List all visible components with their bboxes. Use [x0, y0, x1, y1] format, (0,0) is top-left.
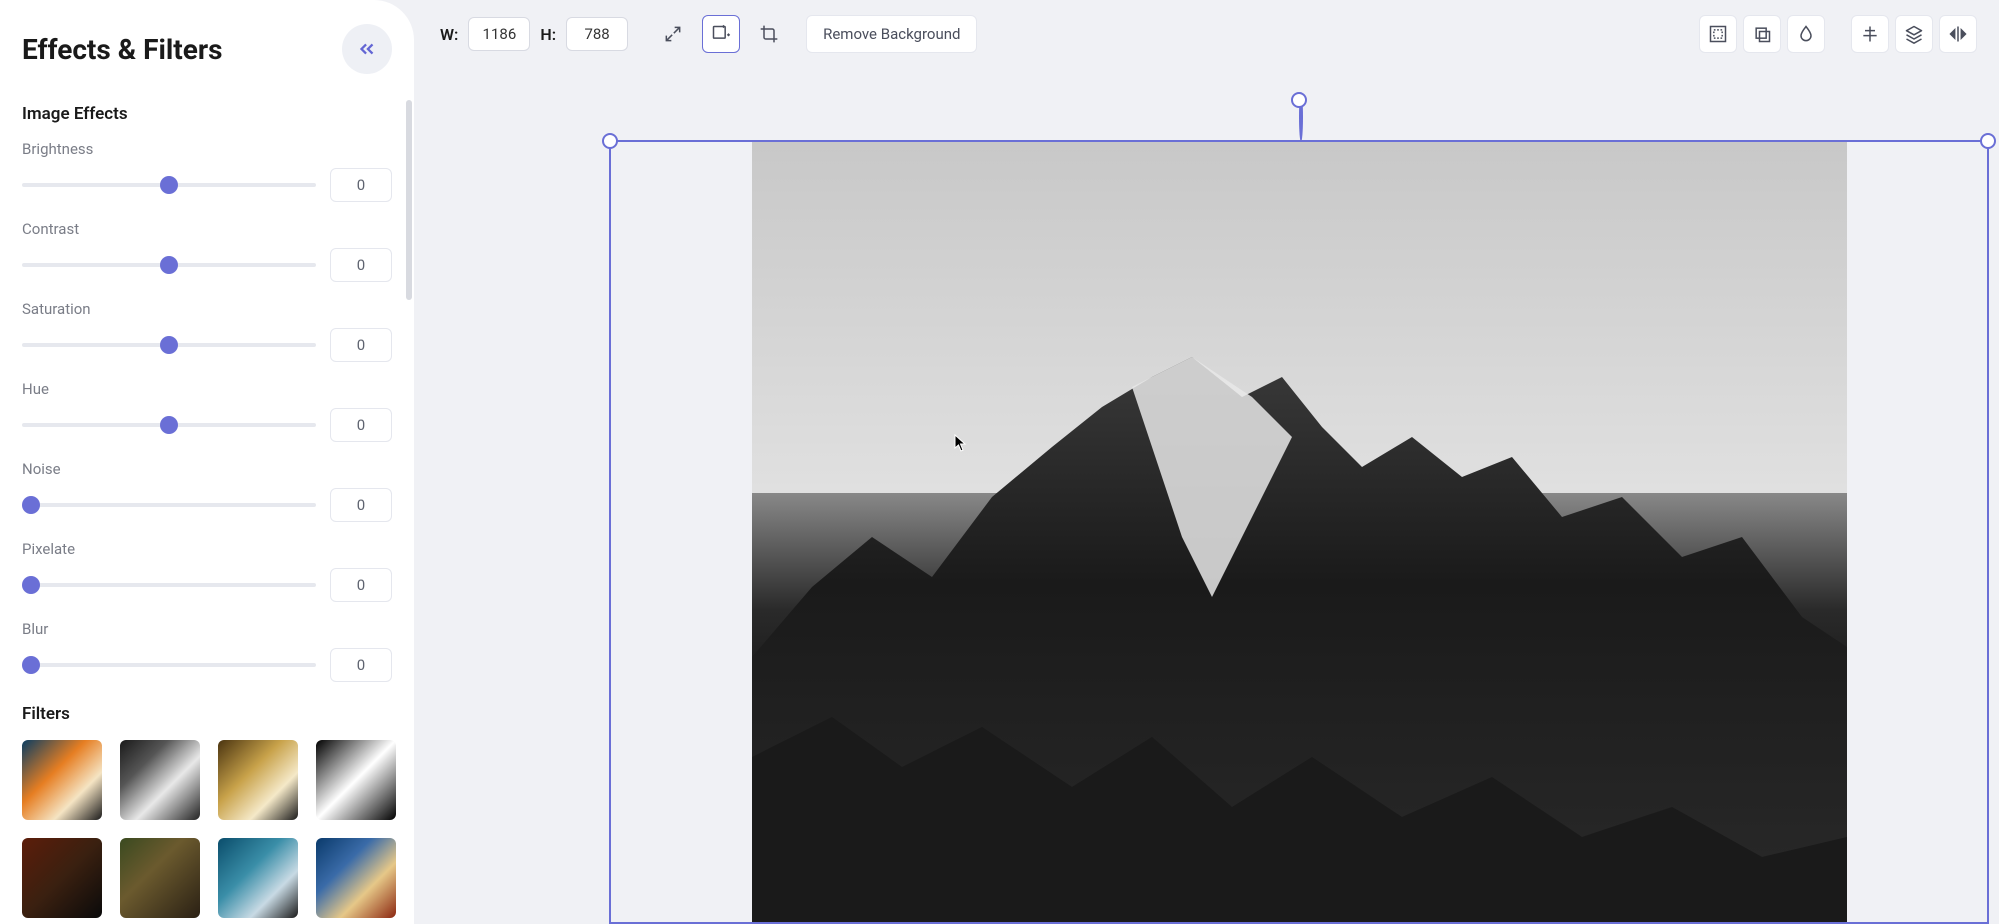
- hue-value[interactable]: 0: [330, 408, 392, 442]
- effect-label: Blur: [22, 620, 392, 638]
- effect-row-saturation: Saturation 0: [22, 300, 392, 362]
- effect-label: Noise: [22, 460, 392, 478]
- effect-label: Brightness: [22, 140, 392, 158]
- frame-icon: [1708, 24, 1728, 44]
- expand-tool-button[interactable]: [654, 15, 692, 53]
- shadow-icon: [1752, 24, 1772, 44]
- top-toolbar-left: W: H: Remove Background: [440, 15, 977, 53]
- noise-slider[interactable]: [22, 503, 316, 507]
- filter-preset-4[interactable]: [316, 740, 396, 820]
- expand-icon: [663, 24, 683, 44]
- align-center-icon: [1860, 24, 1880, 44]
- collapse-sidebar-button[interactable]: [342, 24, 392, 74]
- filter-preset-2[interactable]: [120, 740, 200, 820]
- toolbar-button-opacity[interactable]: [1787, 15, 1825, 53]
- filter-preset-5[interactable]: [22, 838, 102, 918]
- flip-horizontal-icon: [1948, 24, 1968, 44]
- sidebar-header: Effects & Filters: [22, 24, 392, 74]
- width-input[interactable]: [468, 17, 530, 51]
- filter-preset-6[interactable]: [120, 838, 200, 918]
- resize-handle-top-right[interactable]: [1980, 133, 1996, 149]
- effect-label: Contrast: [22, 220, 392, 238]
- saturation-slider[interactable]: [22, 343, 316, 347]
- droplet-icon: [1796, 24, 1816, 44]
- effect-row-blur: Blur 0: [22, 620, 392, 682]
- brightness-slider[interactable]: [22, 183, 316, 187]
- height-label: H:: [540, 25, 556, 44]
- image-effects-heading: Image Effects: [22, 104, 392, 124]
- crop-icon: [759, 24, 779, 44]
- filters-heading: Filters: [22, 704, 392, 724]
- hue-slider[interactable]: [22, 423, 316, 427]
- mouse-cursor-icon: [954, 434, 968, 452]
- slider-thumb[interactable]: [22, 656, 40, 674]
- slider-thumb[interactable]: [160, 416, 178, 434]
- slider-thumb[interactable]: [160, 336, 178, 354]
- filter-grid: [22, 740, 392, 918]
- effect-row-pixelate: Pixelate 0: [22, 540, 392, 602]
- effects-list: Brightness 0 Contrast 0 Saturation 0 Hue: [22, 140, 392, 682]
- noise-value[interactable]: 0: [330, 488, 392, 522]
- effect-row-contrast: Contrast 0: [22, 220, 392, 282]
- filter-preset-8[interactable]: [316, 838, 396, 918]
- brightness-value[interactable]: 0: [330, 168, 392, 202]
- sidebar-scrollbar[interactable]: [406, 100, 412, 300]
- remove-background-button[interactable]: Remove Background: [806, 15, 977, 53]
- top-toolbar-right: [1699, 15, 1977, 53]
- effect-label: Pixelate: [22, 540, 392, 558]
- contrast-slider[interactable]: [22, 263, 316, 267]
- slider-thumb[interactable]: [22, 576, 40, 594]
- slider-thumb[interactable]: [160, 256, 178, 274]
- filter-preset-7[interactable]: [218, 838, 298, 918]
- blur-value[interactable]: 0: [330, 648, 392, 682]
- effect-label: Hue: [22, 380, 392, 398]
- effect-row-hue: Hue 0: [22, 380, 392, 442]
- width-label: W:: [440, 25, 458, 44]
- effect-row-brightness: Brightness 0: [22, 140, 392, 202]
- selection-box[interactable]: [609, 140, 1989, 924]
- toolbar-button-flip[interactable]: [1939, 15, 1977, 53]
- toolbar-button-shadow[interactable]: [1743, 15, 1781, 53]
- height-input[interactable]: [566, 17, 628, 51]
- rotate-handle[interactable]: [1291, 92, 1307, 108]
- blur-slider[interactable]: [22, 663, 316, 667]
- canvas-area[interactable]: [414, 64, 1999, 924]
- toolbar-button-layers[interactable]: [1895, 15, 1933, 53]
- resize-handle-top-left[interactable]: [602, 133, 618, 149]
- remove-background-label: Remove Background: [823, 25, 960, 43]
- effects-sidebar: Effects & Filters Image Effects Brightne…: [0, 0, 414, 924]
- layers-icon: [1904, 24, 1924, 44]
- pixelate-value[interactable]: 0: [330, 568, 392, 602]
- effect-label: Saturation: [22, 300, 392, 318]
- pixelate-slider[interactable]: [22, 583, 316, 587]
- filter-preset-3[interactable]: [218, 740, 298, 820]
- sidebar-title: Effects & Filters: [22, 33, 223, 66]
- saturation-value[interactable]: 0: [330, 328, 392, 362]
- sparkle-expand-icon: [711, 24, 731, 44]
- slider-thumb[interactable]: [160, 176, 178, 194]
- toolbar-button-align[interactable]: [1851, 15, 1889, 53]
- filter-preset-1[interactable]: [22, 740, 102, 820]
- ai-expand-tool-button[interactable]: [702, 15, 740, 53]
- chevrons-left-icon: [356, 38, 378, 60]
- toolbar-button-frame[interactable]: [1699, 15, 1737, 53]
- crop-tool-button[interactable]: [750, 15, 788, 53]
- contrast-value[interactable]: 0: [330, 248, 392, 282]
- effect-row-noise: Noise 0: [22, 460, 392, 522]
- slider-thumb[interactable]: [22, 496, 40, 514]
